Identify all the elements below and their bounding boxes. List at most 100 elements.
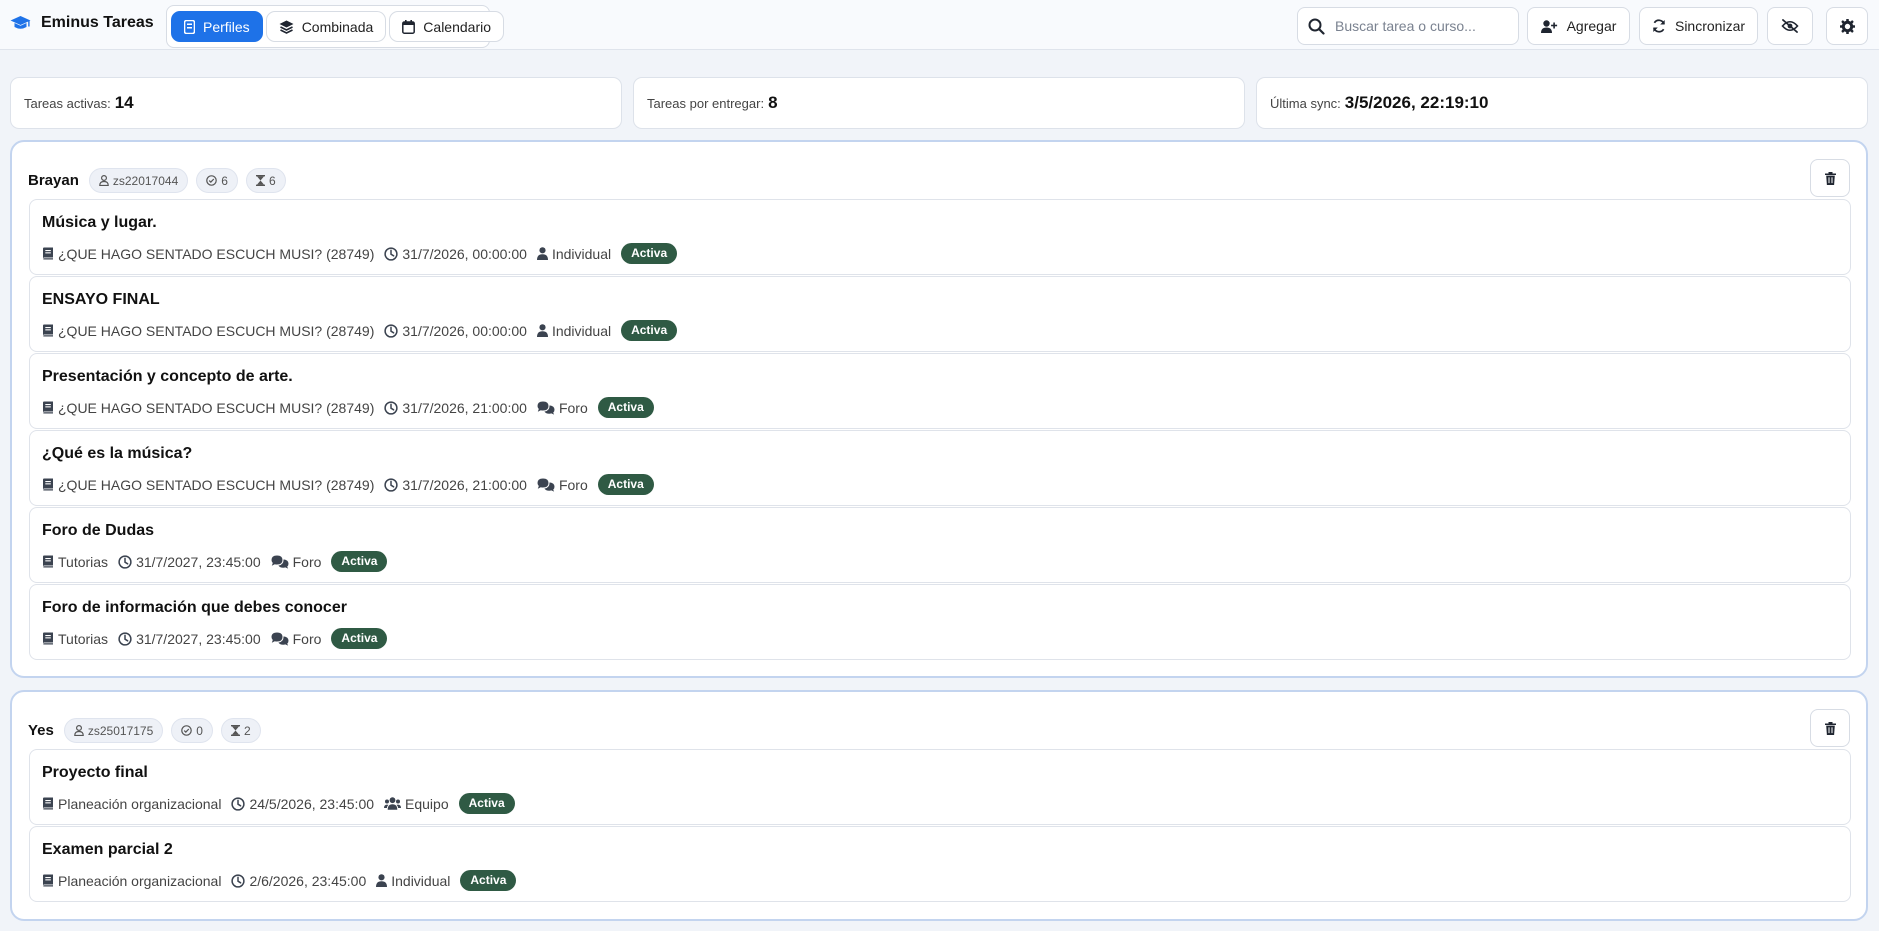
due-date: 31/7/2026, 00:00:00 [402,245,527,262]
task-meta: Tutorias 31/7/2027, 23:45:00 Foro Activa [42,628,388,649]
status-badge: Activa [458,793,515,814]
due-date: 31/7/2027, 23:45:00 [136,630,261,647]
task-item[interactable]: Presentación y concepto de arte. ¿QUE HAG… [29,353,1851,429]
task-title: Música y lugar. [42,214,157,231]
task-item[interactable]: ¿Qué es la música? ¿QUE HAGO SENTADO ESCU… [29,430,1851,506]
task-item[interactable]: ENSAYO FINAL ¿QUE HAGO SENTADO ESCUCH MUS… [29,276,1851,352]
course-name: ¿QUE HAGO SENTADO ESCUCH MUSI? (28749) [58,322,375,339]
task-course: Planeación organizacional [42,796,221,812]
task-title: Presentación y concepto de arte. [42,368,293,385]
status-badge: Activa [597,474,654,495]
check-circle-icon [181,725,193,736]
book-icon [42,247,54,260]
completed-count: 0 [196,723,203,738]
user-icon [376,874,388,887]
task-due-date: 31/7/2027, 23:45:00 [118,554,261,570]
tab-label: Calendario [423,18,492,35]
clock-icon [118,554,132,569]
clock-icon [384,246,399,261]
user-plus-icon [1540,19,1558,33]
task-title: ¿Qué es la música? [42,445,193,462]
book-icon [42,401,54,414]
book-icon [42,324,54,337]
sync-button[interactable]: Sincronizar [1639,7,1758,45]
delete-profile-button[interactable] [1810,709,1850,747]
profile-header: Yes zs25017175 0 2 [28,718,261,743]
tab-perfiles[interactable]: Perfiles [171,11,263,42]
completed-count-chip: 6 [196,168,238,193]
task-course: ¿QUE HAGO SENTADO ESCUCH MUSI? (28749) [42,246,374,262]
due-date: 2/6/2026, 23:45:00 [249,872,367,889]
book-icon [42,555,54,568]
book-icon [42,478,54,491]
stat-label: Tareas por entregar: [647,95,765,111]
stat-active-tasks: Tareas activas: 14 [10,77,622,129]
task-type: Foro [537,477,588,493]
status-badge: Activa [597,397,654,418]
check-circle-icon [206,175,218,186]
task-item[interactable]: Música y lugar. ¿QUE HAGO SENTADO ESCUCH … [29,199,1851,275]
course-name: Planeación organizacional [58,795,222,812]
profile-id: zs25017175 [87,723,154,738]
profile-id-chip: zs22017044 [88,168,189,193]
task-type-label: Foro [292,630,322,647]
toggle-visibility-button[interactable] [1767,7,1813,45]
tab-calendario[interactable]: Calendario [389,11,505,42]
stat-pending-tasks: Tareas por entregar: 8 [633,77,1245,129]
user-outline-icon [74,725,84,736]
eye-slash-icon [1781,19,1799,33]
task-item[interactable]: Proyecto final Planeación organizacional 2… [29,749,1851,825]
settings-button[interactable] [1826,7,1868,45]
brand: Eminus Tareas [10,14,154,32]
search-input[interactable] [1335,18,1500,34]
task-due-date: 31/7/2026, 21:00:00 [384,400,527,416]
completed-count-chip: 0 [171,718,213,743]
task-type-label: Foro [292,553,322,570]
task-type-label: Foro [558,399,588,416]
task-meta: ¿QUE HAGO SENTADO ESCUCH MUSI? (28749) 31… [42,243,678,264]
view-switcher: Perfiles Combinada Calendario [166,5,505,48]
task-title: Foro de información que debes conocer [42,599,347,616]
task-due-date: 31/7/2026, 00:00:00 [384,323,527,339]
task-type-label: Equipo [405,795,449,812]
task-due-date: 31/7/2026, 00:00:00 [384,246,527,262]
task-meta: Planeación organizacional 24/5/2026, 23:4… [42,793,515,814]
clock-icon [231,873,246,888]
task-course: Planeación organizacional [42,873,221,889]
stat-label: Última sync: [1270,95,1341,111]
profile-header: Brayan zs22017044 6 6 [28,168,286,193]
task-title: Foro de Dudas [42,522,155,539]
clock-icon [384,400,399,415]
task-item[interactable]: Examen parcial 2 Planeación organizaciona… [29,826,1851,902]
delete-profile-button[interactable] [1810,159,1850,197]
task-course: Tutorias [42,631,108,647]
tab-label: Combinada [301,18,374,35]
due-date: 31/7/2026, 00:00:00 [402,322,527,339]
due-date: 31/7/2026, 21:00:00 [402,399,527,416]
stat-value: 8 [768,93,778,112]
task-type: Foro [271,553,322,570]
profile-id-chip: zs25017175 [63,718,164,743]
profile-card: Yes zs25017175 0 2 Proyecto final Planeación … [10,690,1868,921]
add-profile-button[interactable]: Agregar [1527,7,1630,45]
pending-count-chip: 6 [245,168,286,193]
task-title: Examen parcial 2 [42,841,173,858]
task-meta: ¿QUE HAGO SENTADO ESCUCH MUSI? (28749) 31… [42,474,654,495]
hourglass-icon [255,175,265,186]
profile-card: Brayan zs22017044 6 6 Música y lugar. ¿QUE HA… [10,140,1868,678]
task-item[interactable]: Foro de información que debes conocer Tut… [29,584,1851,660]
task-item[interactable]: Foro de Dudas Tutorias 31/7/2027, 23:45:00… [29,507,1851,583]
task-course: Tutorias [42,554,108,570]
tab-combinada[interactable]: Combinada [265,11,387,42]
users-icon [384,797,402,810]
stat-label: Tareas activas: [24,95,111,111]
profile-name: Yes [28,722,54,739]
add-label: Agregar [1566,18,1617,34]
task-type-label: Individual [551,322,612,339]
course-name: Planeación organizacional [58,872,222,889]
task-course: ¿QUE HAGO SENTADO ESCUCH MUSI? (28749) [42,323,374,339]
graduation-cap-icon [10,15,31,31]
task-type: Equipo [384,796,449,812]
task-due-date: 31/7/2026, 21:00:00 [384,477,527,493]
pending-count: 2 [243,723,251,738]
